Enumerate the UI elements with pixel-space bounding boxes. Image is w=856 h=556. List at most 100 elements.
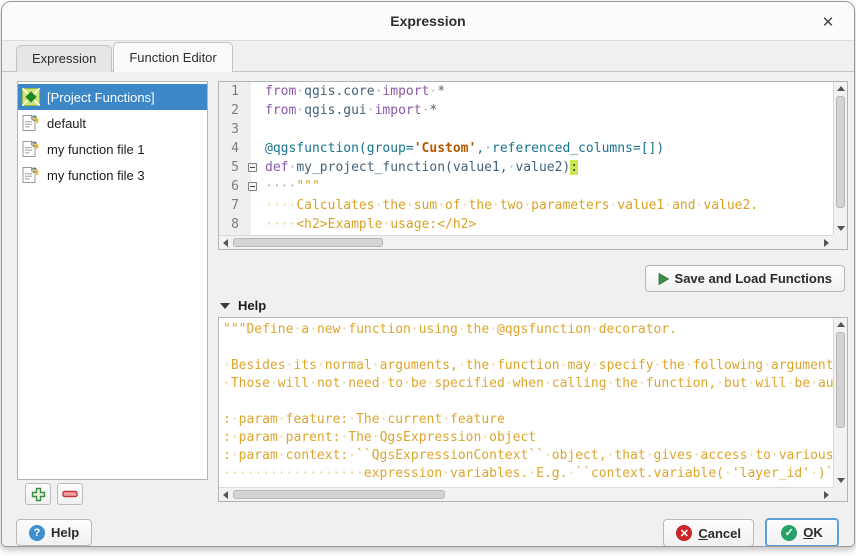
fold-margin bbox=[245, 82, 261, 101]
help-line: :·param·context:·``QgsExpressionContext`… bbox=[223, 447, 833, 465]
line-number: 2 bbox=[219, 101, 245, 120]
cancel-circle-icon: ✕ bbox=[676, 525, 692, 541]
python-file-icon bbox=[22, 140, 40, 158]
fold-collapse-icon[interactable] bbox=[248, 163, 257, 172]
ok-circle-icon: ✓ bbox=[781, 525, 797, 541]
fold-margin bbox=[245, 177, 261, 196]
help-line bbox=[223, 393, 833, 411]
code-editor-text[interactable]: 1 from·qgis.core·import·* 2 from·qgis.gui·i… bbox=[219, 82, 833, 235]
dialog-title: Expression bbox=[390, 13, 465, 29]
code-line-text: ····Calculates·the·sum·of·the·two·parame… bbox=[261, 196, 758, 215]
plus-icon bbox=[31, 487, 46, 502]
help-vertical-scrollbar[interactable] bbox=[833, 318, 847, 487]
expression-dialog: Expression ✕ ExpressionFunction Editor [… bbox=[1, 1, 855, 547]
help-hscroll-thumb[interactable] bbox=[233, 490, 445, 499]
list-item-label: my function file 1 bbox=[47, 142, 145, 157]
help-button[interactable]: ? Help bbox=[16, 519, 92, 546]
list-item-label: [Project Functions] bbox=[47, 90, 155, 105]
code-line-text: from·qgis.core·import·* bbox=[261, 82, 445, 101]
help-horizontal-scrollbar[interactable] bbox=[219, 487, 833, 501]
help-line: ·Those·will·not·need·to·be·specified·whe… bbox=[223, 375, 833, 393]
help-section-toggle[interactable]: Help bbox=[220, 298, 266, 313]
code-line-text bbox=[261, 120, 265, 139]
help-line: :·param·parent:·The·QgsExpression·object bbox=[223, 429, 833, 447]
list-item[interactable]: my function file 1 bbox=[18, 136, 207, 162]
python-file-icon bbox=[22, 114, 40, 132]
remove-function-file-button[interactable] bbox=[57, 483, 83, 505]
code-editor[interactable]: 1 from·qgis.core·import·* 2 from·qgis.gui·i… bbox=[218, 81, 848, 250]
save-and-load-functions-button[interactable]: Save and Load Functions bbox=[645, 265, 845, 292]
help-line: ·Besides·its·normal·arguments,·the·funct… bbox=[223, 357, 833, 375]
code-line-text: @qgsfunction(group='Custom',·referenced_… bbox=[261, 139, 664, 158]
code-line[interactable]: 1 from·qgis.core·import·* bbox=[219, 82, 833, 101]
scroll-up-icon[interactable] bbox=[834, 318, 847, 331]
code-line[interactable]: 7 ····Calculates·the·sum·of·the·two·param… bbox=[219, 196, 833, 215]
code-hscroll-thumb[interactable] bbox=[233, 238, 383, 247]
code-line[interactable]: 2 from·qgis.gui·import·* bbox=[219, 101, 833, 120]
line-number: 8 bbox=[219, 215, 245, 234]
scrollbar-corner bbox=[833, 235, 847, 249]
scroll-left-icon[interactable] bbox=[219, 488, 232, 501]
list-item[interactable]: default bbox=[18, 110, 207, 136]
fold-margin bbox=[245, 120, 261, 139]
help-button-label: Help bbox=[51, 525, 79, 540]
code-line-text: def·my_project_function(value1,·value2): bbox=[261, 158, 578, 177]
help-line: :·param·feature:·The·current·feature bbox=[223, 411, 833, 429]
play-icon bbox=[658, 273, 669, 285]
cancel-button[interactable]: ✕ Cancel bbox=[663, 519, 754, 547]
list-item[interactable]: [Project Functions] bbox=[18, 84, 207, 110]
fold-collapse-icon[interactable] bbox=[248, 182, 257, 191]
fold-margin bbox=[245, 101, 261, 120]
scroll-down-icon[interactable] bbox=[834, 474, 847, 487]
fold-margin bbox=[245, 139, 261, 158]
code-line[interactable]: 3 bbox=[219, 120, 833, 139]
line-number: 3 bbox=[219, 120, 245, 139]
line-number: 7 bbox=[219, 196, 245, 215]
tab-expression[interactable]: Expression bbox=[16, 45, 112, 72]
scroll-down-icon[interactable] bbox=[834, 222, 847, 235]
fold-margin bbox=[245, 196, 261, 215]
list-item[interactable]: my function file 3 bbox=[18, 162, 207, 188]
help-text-pane[interactable]: """Define·a·new·function·using·the·@qgsf… bbox=[218, 317, 848, 502]
fold-margin bbox=[245, 158, 261, 177]
code-line-text: ····<h2>Example·usage:</h2> bbox=[261, 215, 476, 234]
line-number: 6 bbox=[219, 177, 245, 196]
title-bar: Expression ✕ bbox=[2, 2, 854, 41]
help-line: """Define·a·new·function·using·the·@qgsf… bbox=[223, 321, 833, 339]
scrollbar-corner bbox=[833, 487, 847, 501]
help-line: ··················expression·variables.·… bbox=[223, 465, 833, 483]
close-icon[interactable]: ✕ bbox=[816, 10, 840, 34]
help-vscroll-thumb[interactable] bbox=[836, 332, 845, 428]
code-line[interactable]: 6 ····""" bbox=[219, 177, 833, 196]
ok-button-label: OK bbox=[803, 525, 823, 540]
scroll-up-icon[interactable] bbox=[834, 82, 847, 95]
line-number: 4 bbox=[219, 139, 245, 158]
help-line bbox=[223, 339, 833, 357]
code-line[interactable]: 5def·my_project_function(value1,·value2)… bbox=[219, 158, 833, 177]
save-load-label: Save and Load Functions bbox=[675, 271, 832, 286]
tab-function-editor[interactable]: Function Editor bbox=[113, 42, 232, 72]
code-line[interactable]: 8 ····<h2>Example·usage:</h2> bbox=[219, 215, 833, 234]
add-function-file-button[interactable] bbox=[25, 483, 51, 505]
list-item-label: default bbox=[47, 116, 86, 131]
code-line-text: from·qgis.gui·import·* bbox=[261, 101, 437, 120]
code-vertical-scrollbar[interactable] bbox=[833, 82, 847, 235]
scroll-left-icon[interactable] bbox=[219, 236, 232, 249]
triangle-down-icon bbox=[220, 303, 230, 309]
code-horizontal-scrollbar[interactable] bbox=[219, 235, 833, 249]
fold-margin bbox=[245, 215, 261, 234]
cancel-button-label: Cancel bbox=[698, 526, 741, 541]
help-text[interactable]: """Define·a·new·function·using·the·@qgsf… bbox=[219, 318, 833, 487]
ok-button[interactable]: ✓ OK bbox=[765, 518, 839, 547]
function-files-list[interactable]: [Project Functions] default my function fi… bbox=[17, 81, 208, 480]
scroll-right-icon[interactable] bbox=[820, 488, 833, 501]
scroll-right-icon[interactable] bbox=[820, 236, 833, 249]
code-line[interactable]: 4 @qgsfunction(group='Custom',·referenced… bbox=[219, 139, 833, 158]
code-vscroll-thumb[interactable] bbox=[836, 96, 845, 208]
code-line-text: ····""" bbox=[261, 177, 320, 196]
minus-icon bbox=[62, 490, 78, 498]
list-item-label: my function file 3 bbox=[47, 168, 145, 183]
tab-bar: ExpressionFunction Editor bbox=[2, 42, 854, 72]
help-circle-icon: ? bbox=[29, 525, 45, 541]
line-number: 1 bbox=[219, 82, 245, 101]
